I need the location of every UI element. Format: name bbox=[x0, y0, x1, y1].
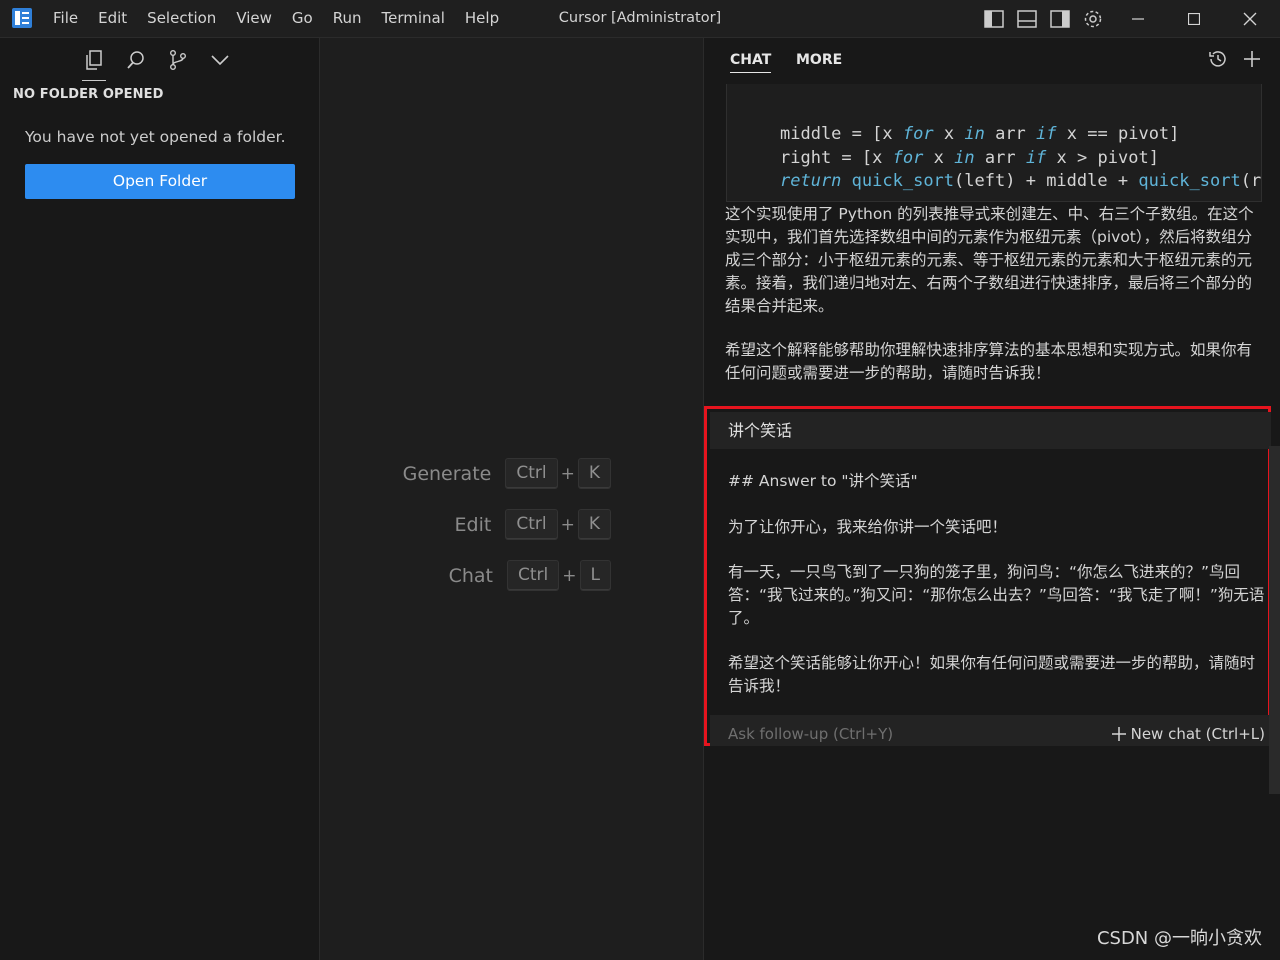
plus-sign: + bbox=[560, 514, 575, 535]
no-folder-message: You have not yet opened a folder. bbox=[25, 128, 286, 146]
key-k: K bbox=[577, 509, 611, 540]
highlighted-qa: 讲个笑话 ## Answer to "讲个笑话" 为了让你开心，我来给你讲一个笑… bbox=[704, 406, 1271, 746]
menu-go[interactable]: Go bbox=[282, 0, 323, 37]
toggle-panel-icon[interactable] bbox=[1016, 8, 1038, 30]
key-ctrl: Ctrl bbox=[507, 560, 560, 591]
title-bar: File Edit Selection View Go Run Terminal… bbox=[0, 0, 1280, 38]
toggle-secondary-sidebar-icon[interactable] bbox=[1049, 8, 1071, 30]
closing-text: 希望这个解释能够帮助你理解快速排序算法的基本思想和实现方式。如果你有任何问题或需… bbox=[725, 341, 1253, 382]
answer-outro: 希望这个笑话能够让你开心！如果你有任何问题或需要进一步的帮助，请随时告诉我！ bbox=[728, 654, 1256, 695]
chevron-down-icon[interactable] bbox=[202, 44, 238, 76]
toggle-primary-sidebar-icon[interactable] bbox=[983, 8, 1005, 30]
plus-sign: + bbox=[562, 565, 577, 586]
explorer-icon[interactable] bbox=[76, 44, 112, 81]
open-folder-button[interactable]: Open Folder bbox=[25, 164, 295, 199]
maximize-icon[interactable] bbox=[1166, 0, 1222, 37]
answer-heading: ## Answer to "讲个笑话" bbox=[728, 472, 918, 490]
menu-help[interactable]: Help bbox=[455, 0, 509, 37]
plus-sign: + bbox=[560, 463, 575, 484]
window-title: Cursor [Administrator] bbox=[558, 10, 722, 26]
key-ctrl: Ctrl bbox=[505, 509, 558, 540]
shortcut-chat: Chat Ctrl + L bbox=[449, 560, 611, 591]
key-l: L bbox=[579, 560, 611, 591]
tab-more[interactable]: MORE bbox=[796, 52, 842, 68]
followup-input[interactable]: Ask follow-up (Ctrl+Y) New chat (Ctrl+L) bbox=[710, 715, 1271, 746]
menu-file[interactable]: File bbox=[43, 0, 88, 37]
menu-bar: File Edit Selection View Go Run Terminal… bbox=[43, 0, 509, 37]
settings-gear-icon[interactable] bbox=[1082, 8, 1104, 30]
menu-selection[interactable]: Selection bbox=[137, 0, 226, 37]
history-icon[interactable] bbox=[1207, 48, 1229, 70]
explorer-sidebar: NO FOLDER OPENED You have not yet opened… bbox=[0, 38, 320, 960]
shortcut-label: Generate bbox=[402, 462, 492, 485]
chat-tabs: CHAT MORE bbox=[704, 38, 1280, 84]
code-line-return: return quick_sort(left) + middle + quick… bbox=[780, 171, 1262, 191]
code-block: left = [x for x in arr if x < pivot] mid… bbox=[726, 68, 1262, 202]
menu-edit[interactable]: Edit bbox=[88, 0, 137, 37]
watermark: CSDN @一晌小贪欢 bbox=[1096, 928, 1262, 949]
answer-joke: 有一天，一只鸟飞到了一只狗的笼子里，狗问鸟：“你怎么飞进来的？”鸟回答：“我飞过… bbox=[728, 563, 1265, 627]
explanation-text: 这个实现使用了 Python 的列表推导式来创建左、中、右三个子数组。在这个实现… bbox=[725, 205, 1254, 315]
plus-icon[interactable] bbox=[1241, 48, 1263, 70]
sidebar-header: NO FOLDER OPENED bbox=[13, 87, 164, 102]
answer-intro: 为了让你开心，我来给你讲一个笑话吧！ bbox=[728, 518, 1008, 536]
chat-panel: CHAT MORE left = [x for x in arr if x < … bbox=[703, 38, 1280, 960]
menu-terminal[interactable]: Terminal bbox=[372, 0, 455, 37]
shortcut-label: Edit bbox=[454, 513, 492, 536]
cursor-logo-icon bbox=[12, 8, 32, 28]
shortcut-generate: Generate Ctrl + K bbox=[403, 458, 611, 489]
new-chat-label: New chat (Ctrl+L) bbox=[1130, 725, 1265, 743]
source-control-icon[interactable] bbox=[160, 44, 196, 76]
shortcut-edit: Edit Ctrl + K bbox=[455, 509, 611, 540]
menu-view[interactable]: View bbox=[226, 0, 282, 37]
editor-area: Generate Ctrl + K Edit Ctrl + K Chat Ctr… bbox=[320, 38, 703, 960]
chat-scrollbar[interactable] bbox=[1269, 446, 1280, 794]
code-line-right: right = [x for x in arr if x > pivot] bbox=[780, 148, 1159, 168]
new-chat-button[interactable]: New chat (Ctrl+L) bbox=[1111, 715, 1265, 753]
sidebar-tabs bbox=[76, 44, 238, 81]
user-question: 讲个笑话 bbox=[710, 412, 1271, 449]
code-line-middle: middle = [x for x in arr if x == pivot] bbox=[780, 124, 1180, 144]
search-icon[interactable] bbox=[118, 44, 154, 76]
close-icon[interactable] bbox=[1222, 0, 1278, 37]
key-ctrl: Ctrl bbox=[505, 458, 558, 489]
followup-placeholder: Ask follow-up (Ctrl+Y) bbox=[728, 725, 894, 743]
minimize-icon[interactable] bbox=[1110, 0, 1166, 37]
shortcut-label: Chat bbox=[448, 564, 494, 587]
menu-run[interactable]: Run bbox=[323, 0, 372, 37]
plus-icon bbox=[1111, 727, 1126, 741]
tab-chat[interactable]: CHAT bbox=[730, 52, 772, 73]
key-k: K bbox=[577, 458, 611, 489]
